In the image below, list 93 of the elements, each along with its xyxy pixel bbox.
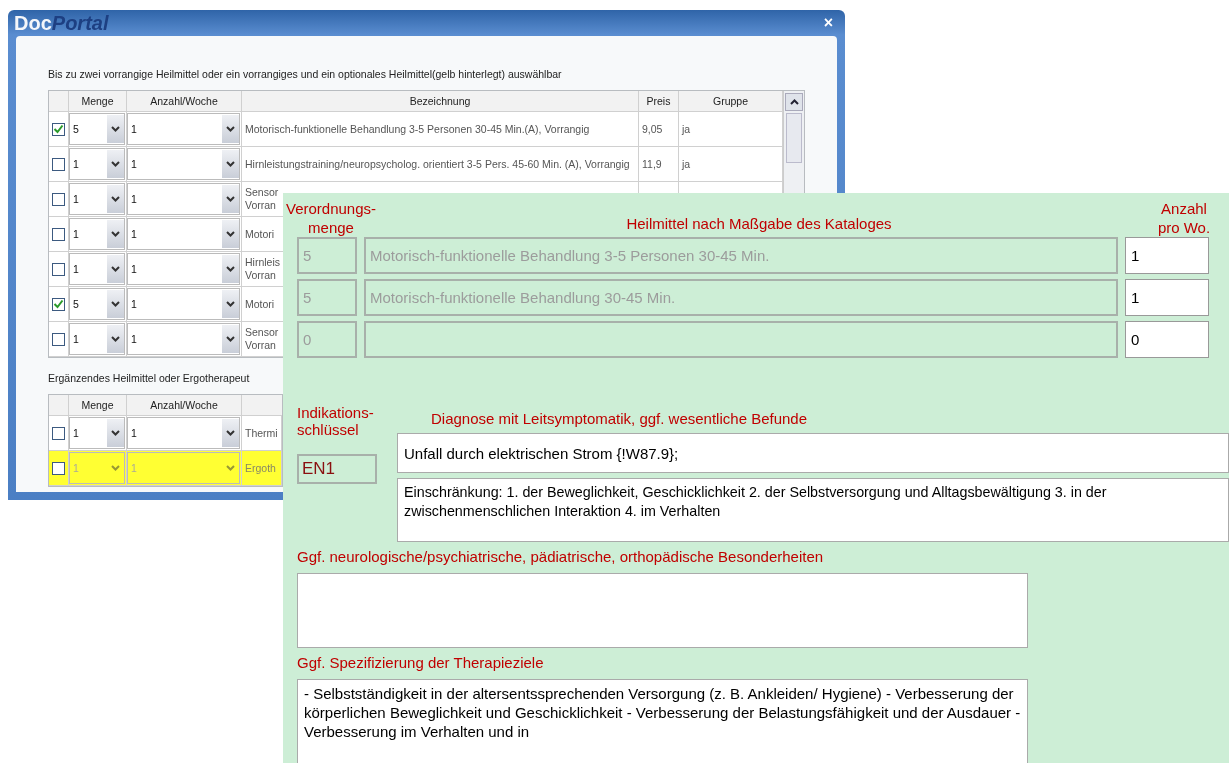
dropdown[interactable]: 1 bbox=[69, 148, 125, 180]
checkbox[interactable] bbox=[52, 461, 65, 475]
dropdown[interactable]: 1 bbox=[69, 218, 125, 250]
scroll-thumb[interactable] bbox=[786, 113, 802, 163]
chevron-down-icon bbox=[226, 301, 235, 307]
dropdown[interactable]: 1 bbox=[127, 253, 240, 285]
indication-key-field[interactable]: EN1 bbox=[297, 454, 377, 484]
remedy-description: Ergoth bbox=[245, 461, 276, 475]
per-week-field[interactable]: 1 bbox=[1125, 237, 1209, 274]
close-button[interactable]: × bbox=[823, 14, 833, 32]
price: 9,05 bbox=[642, 123, 663, 135]
table-row[interactable]: 1 1 Thermi bbox=[49, 416, 282, 451]
supplement-label: Ergänzendes Heilmittel oder Ergotherapeut bbox=[48, 372, 251, 384]
quantity-field: 5 bbox=[297, 237, 357, 274]
chevron-down-icon bbox=[226, 336, 235, 342]
chevron-down-icon bbox=[111, 266, 120, 272]
quantity-field: 0 bbox=[297, 321, 357, 358]
dropdown[interactable]: 1 bbox=[127, 288, 240, 320]
diagnosis-field[interactable]: Unfall durch elektrischen Strom {!W87.9}; bbox=[397, 433, 1229, 473]
field-label: Indikations- bbox=[297, 404, 375, 421]
instruction-text: Bis zu zwei vorrangige Heilmittel oder ein vorrangiges und ein optionales Heilmittel(gelb hinterlegt) auswählbar bbox=[48, 68, 563, 80]
chevron-down-icon bbox=[111, 161, 120, 167]
checkbox[interactable] bbox=[52, 227, 65, 241]
dropdown[interactable]: 5 bbox=[69, 113, 125, 145]
per-week-field[interactable]: 0 bbox=[1125, 321, 1209, 358]
dropdown[interactable]: 1 bbox=[69, 183, 125, 215]
chevron-down-icon bbox=[226, 430, 235, 436]
chevron-down-icon bbox=[111, 465, 120, 471]
remedy-description: Hirnleis Vorran bbox=[245, 256, 281, 282]
chevron-down-icon bbox=[226, 196, 235, 202]
checkbox[interactable] bbox=[52, 262, 65, 276]
column-header[interactable]: Anzahl/Woche bbox=[150, 399, 218, 411]
dropdown[interactable]: 1 bbox=[127, 113, 240, 145]
dropdown[interactable]: 1 bbox=[69, 417, 125, 449]
column-header[interactable]: Bezeichnung bbox=[409, 95, 471, 107]
remedy-description: Thermi bbox=[245, 426, 278, 440]
column-header[interactable]: Gruppe bbox=[713, 95, 748, 107]
column-header[interactable]: Anzahl/Woche bbox=[150, 95, 218, 107]
remedy-field: Motorisch-funktionelle Behandlung 3-5 Personen 30-45 Min. bbox=[364, 237, 1118, 274]
dropdown[interactable]: 5 bbox=[69, 288, 125, 320]
checkbox[interactable] bbox=[52, 426, 65, 440]
chevron-down-icon bbox=[226, 465, 235, 471]
checkbox[interactable] bbox=[52, 332, 65, 346]
chevron-down-icon bbox=[111, 430, 120, 436]
checkbox[interactable] bbox=[52, 157, 65, 171]
column-header[interactable]: Menge bbox=[81, 399, 114, 411]
column-label: Verordnungs- bbox=[285, 199, 377, 218]
field-label: Diagnose mit Leitsymptomatik, ggf. wesentliche Befunde bbox=[431, 410, 809, 427]
chevron-down-icon bbox=[226, 231, 235, 237]
checkbox[interactable] bbox=[52, 122, 65, 136]
remedy-description: Motori bbox=[245, 227, 276, 241]
column-header[interactable]: Preis bbox=[646, 95, 671, 107]
group-value: ja bbox=[682, 123, 691, 135]
optional-row[interactable]: 1 1 Ergoth bbox=[49, 451, 282, 486]
column-label: pro Wo. bbox=[1157, 218, 1211, 237]
chevron-down-icon bbox=[111, 336, 120, 342]
column-header[interactable]: Menge bbox=[81, 95, 114, 107]
dropdown[interactable]: 1 bbox=[69, 253, 125, 285]
field-label: schlüssel bbox=[297, 421, 360, 438]
quantity-field: 5 bbox=[297, 279, 357, 316]
remedy-description: Motorisch-funktionelle Behandlung 3-5 Personen 30-45 Min.(A), Vorrangig bbox=[245, 122, 590, 136]
price: 11,9 bbox=[642, 158, 662, 170]
remedy-description: Sensor Vorran bbox=[245, 186, 280, 212]
diagnosis-field[interactable]: Einschränkung: 1. der Beweglichkeit, Geschicklichkeit 2. der Selbstversorgung und Alltagsbewältigung 3. in der zwischenmenschlichen Interaktion 4. im Verhalten bbox=[397, 478, 1229, 542]
field-label: Ggf. neurologische/psychiatrische, pädiatrische, orthopädische Besonderheiten bbox=[297, 548, 825, 565]
group-value: ja bbox=[682, 158, 691, 170]
chevron-down-icon bbox=[226, 266, 235, 272]
remedy-description: Motori bbox=[245, 297, 276, 311]
app-logo: DocPortal bbox=[14, 11, 109, 35]
column-label: Anzahl bbox=[1161, 199, 1207, 218]
chevron-down-icon bbox=[111, 196, 120, 202]
dropdown[interactable]: 1 bbox=[127, 148, 240, 180]
remedy-description: Sensor Vorran bbox=[245, 326, 280, 352]
column-label: menge bbox=[308, 218, 354, 237]
dropdown[interactable]: 1 bbox=[127, 417, 240, 449]
dropdown[interactable]: 1 bbox=[69, 323, 125, 355]
checkbox[interactable] bbox=[52, 192, 65, 206]
remedy-description: Hirnleistungstraining/neuropsycholog. orientiert 3-5 Pers. 45-60 Min. (A), Vorrangig bbox=[245, 157, 630, 171]
per-week-field[interactable]: 1 bbox=[1125, 279, 1209, 316]
chevron-down-icon bbox=[111, 301, 120, 307]
column-label: Heilmittel nach Maßgabe des Kataloges bbox=[626, 215, 892, 232]
checkbox[interactable] bbox=[52, 297, 65, 311]
chevron-down-icon bbox=[111, 126, 120, 132]
text-area[interactable]: - Selbstständigkeit in der altersentssprechenden Versorgung (z. B. Ankleiden/ Hygiene) - Verbesserung der körperlichen Beweglichkeit und Geschicklichkeit - Verbesserung der Belastungsfähigkeit und der Ausdauer - Verbesserung im Verhalten und in bbox=[297, 679, 1028, 763]
field-label: Ggf. Spezifizierung der Therapieziele bbox=[297, 654, 545, 671]
chevron-down-icon bbox=[226, 126, 235, 132]
chevron-down-icon bbox=[226, 161, 235, 167]
dropdown[interactable]: 1 bbox=[127, 218, 240, 250]
dropdown[interactable]: 1 bbox=[127, 183, 240, 215]
scroll-up-icon bbox=[789, 99, 799, 105]
dropdown[interactable]: 1 bbox=[127, 323, 240, 355]
remedy-field: Motorisch-funktionelle Behandlung 30-45 Min. bbox=[364, 279, 1118, 316]
chevron-down-icon bbox=[111, 231, 120, 237]
